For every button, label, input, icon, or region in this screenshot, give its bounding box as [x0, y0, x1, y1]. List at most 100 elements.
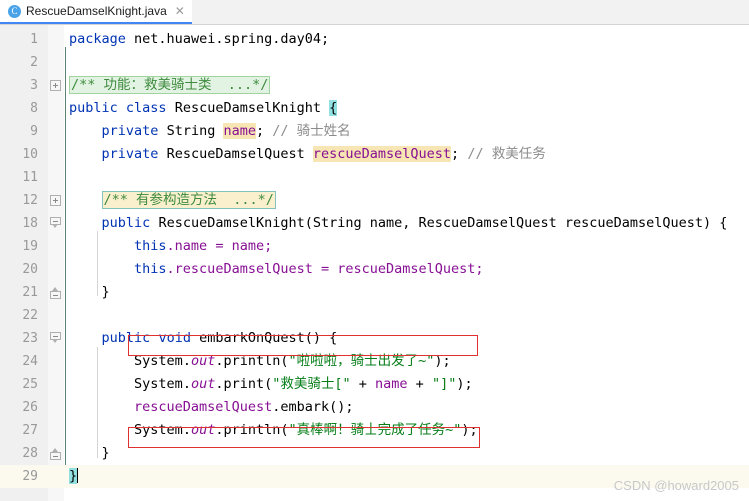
code-line[interactable]: 8 public class RescueDamselKnight { — [0, 97, 749, 120]
line-number: 19 — [22, 239, 38, 254]
token-brace-close: } — [101, 284, 110, 300]
token-system: System — [134, 376, 183, 392]
code-line[interactable]: 28 } — [0, 442, 749, 465]
token-out: out — [190, 422, 216, 438]
fold-slot — [48, 120, 64, 143]
fold-slot — [48, 258, 64, 281]
line-number: 8 — [30, 101, 38, 116]
token-assign-quest: .rescueDamselQuest = rescueDamselQuest; — [166, 261, 484, 277]
token-system: System — [134, 353, 183, 369]
fold-slot[interactable] — [48, 442, 64, 465]
code-line[interactable]: 21 } — [0, 281, 749, 304]
code-line[interactable]: 12 /** 有参构造方法 ...*/ — [0, 189, 749, 212]
line-number: 18 — [22, 216, 38, 231]
fold-slot[interactable] — [48, 74, 64, 97]
code-lines: 1 package net.huawei.spring.day04; 2 3 /… — [0, 25, 749, 488]
code-line[interactable]: 1 package net.huawei.spring.day04; — [0, 28, 749, 51]
code-editor[interactable]: 1 package net.huawei.spring.day04; 2 3 /… — [0, 25, 749, 501]
token-comment-quest: // 救美任务 — [467, 146, 546, 162]
code-text: public RescueDamselKnight(String name, R… — [64, 212, 749, 235]
fold-slot[interactable] — [48, 281, 64, 304]
fold-collapse-down-icon[interactable] — [50, 217, 61, 228]
close-icon[interactable]: ✕ — [175, 5, 185, 17]
token-system: System — [134, 422, 183, 438]
fold-slot[interactable] — [48, 189, 64, 212]
token-plus: + — [350, 376, 376, 392]
token-semicolon: ; — [451, 146, 460, 162]
code-text: public class RescueDamselKnight { — [64, 97, 749, 120]
folded-doc-comment-ctor[interactable]: /** 有参构造方法 ...*/ — [101, 191, 276, 209]
fold-slot — [48, 28, 64, 51]
code-line[interactable]: 26 rescueDamselQuest.embark(); — [0, 396, 749, 419]
token-field-quest: rescueDamselQuest — [312, 146, 452, 162]
line-number: 2 — [30, 55, 38, 70]
code-text: this.rescueDamselQuest = rescueDamselQue… — [64, 258, 749, 281]
code-line[interactable]: 19 this.name = name; — [0, 235, 749, 258]
watermark: CSDN @howard2005 — [613, 478, 739, 493]
fold-collapse-up-icon[interactable] — [50, 287, 61, 299]
code-line[interactable]: 10 private RescueDamselQuest rescueDamse… — [0, 143, 749, 166]
token-comment-name: // 骑士姓名 — [272, 123, 351, 139]
token-dot: . — [182, 353, 191, 369]
code-line[interactable]: 22 — [0, 304, 749, 327]
token-dot: . — [182, 422, 191, 438]
fold-slot — [48, 350, 64, 373]
fold-slot — [48, 419, 64, 442]
line-number: 21 — [22, 285, 38, 300]
line-number: 1 — [30, 32, 38, 47]
code-line[interactable]: 23 public void embarkOnQuest() { — [0, 327, 749, 350]
token-close-paren: ); — [434, 353, 451, 369]
token-string-bracket-close: "]" — [431, 376, 457, 392]
code-line[interactable]: 18 public RescueDamselKnight(String name… — [0, 212, 749, 235]
code-line[interactable]: 25 System.out.print("救美骑士[" + name + "]"… — [0, 373, 749, 396]
fold-slot — [48, 143, 64, 166]
code-line[interactable]: 11 — [0, 166, 749, 189]
line-number: 12 — [22, 193, 38, 208]
code-line[interactable]: 27 System.out.println("真棒啊！骑士完成了任务~"); — [0, 419, 749, 442]
tab-rescuedamselknight-java[interactable]: C RescueDamselKnight.java ✕ — [0, 0, 192, 24]
token-print: .print( — [215, 376, 273, 392]
token-brace-close-highlighted: } — [69, 468, 78, 484]
code-text: public void embarkOnQuest() { — [64, 327, 749, 350]
code-text: this.name = name; — [64, 235, 749, 258]
code-line[interactable]: 2 — [0, 51, 749, 74]
fold-expand-icon[interactable] — [50, 195, 61, 206]
fold-collapse-down-icon[interactable] — [50, 332, 61, 343]
token-semicolon: ; — [256, 123, 265, 139]
line-number: 23 — [22, 331, 38, 346]
token-keyword-this: this — [134, 238, 167, 254]
fold-collapse-up-icon[interactable] — [50, 448, 61, 460]
line-number: 11 — [22, 170, 38, 185]
fold-slot — [48, 166, 64, 189]
code-line[interactable]: 9 private String name; // 骑士姓名 — [0, 120, 749, 143]
token-keyword-private: private — [101, 146, 159, 162]
fold-slot — [48, 373, 64, 396]
token-method-name: embarkOnQuest() { — [199, 330, 338, 346]
code-line[interactable]: 3 /** 功能：救美骑士类 ...*/ — [0, 74, 749, 97]
fold-slot[interactable] — [48, 327, 64, 350]
token-class-name: RescueDamselKnight — [174, 100, 322, 116]
fold-slot — [48, 51, 64, 74]
token-out: out — [190, 353, 216, 369]
fold-slot — [48, 304, 64, 327]
java-class-icon: C — [8, 4, 21, 18]
token-keyword: package — [69, 31, 126, 47]
code-text: System.out.println("啦啦啦，骑士出发了~"); — [64, 350, 749, 373]
code-line[interactable]: 24 System.out.println("啦啦啦，骑士出发了~"); — [0, 350, 749, 373]
code-text: private String name; // 骑士姓名 — [64, 120, 749, 143]
token-field-name: name — [223, 123, 256, 139]
code-text: rescueDamselQuest.embark(); — [64, 396, 749, 419]
token-brace-close: } — [101, 445, 110, 461]
code-line[interactable]: 20 this.rescueDamselQuest = rescueDamsel… — [0, 258, 749, 281]
fold-expand-icon[interactable] — [50, 80, 61, 91]
token-string-done: "真棒啊！骑士完成了任务~" — [288, 422, 462, 438]
token-type-string: String — [166, 123, 216, 139]
token-println: .println( — [215, 353, 289, 369]
line-number: 28 — [22, 446, 38, 461]
folded-doc-comment-class[interactable]: /** 功能：救美骑士类 ...*/ — [69, 76, 271, 94]
fold-slot[interactable] — [48, 212, 64, 235]
token-close-paren: ); — [456, 376, 473, 392]
line-number: 9 — [30, 124, 38, 139]
line-number: 22 — [22, 308, 38, 323]
code-text: System.out.print("救美骑士[" + name + "]"); — [64, 373, 749, 396]
